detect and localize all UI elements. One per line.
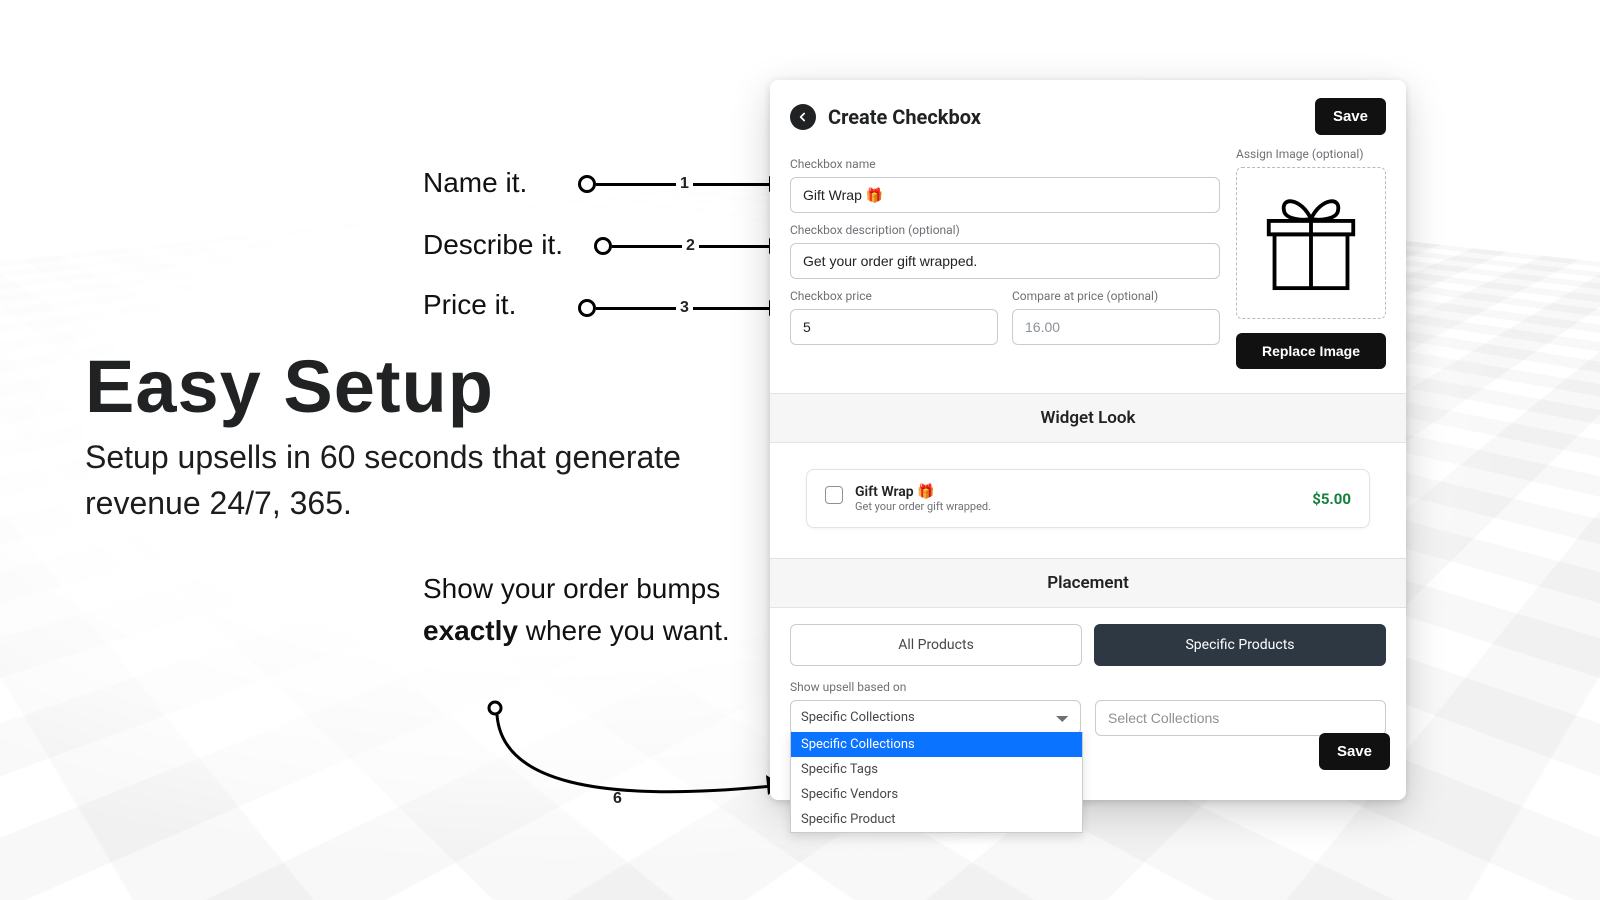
assign-image-label: Assign Image (optional) <box>1236 147 1386 161</box>
connector-1: 1 <box>578 172 783 196</box>
connector-segment <box>693 183 769 186</box>
placement-body: All Products Specific Products Show upse… <box>770 608 1406 784</box>
checkbox-name-input[interactable] <box>790 177 1220 213</box>
select-collections-input[interactable] <box>1095 700 1386 736</box>
connector-3: 3 <box>578 296 783 320</box>
image-dropzone[interactable] <box>1236 167 1386 319</box>
compare-price-input[interactable] <box>1012 309 1220 345</box>
widget-preview: Gift Wrap 🎁 Get your order gift wrapped.… <box>770 443 1406 558</box>
marketing-headline: Easy Setup <box>85 350 725 424</box>
connector-origin-icon <box>578 299 596 317</box>
connector-number: 3 <box>680 299 689 317</box>
placement-bold: exactly <box>423 615 518 646</box>
step-2-label: Describe it. <box>423 229 563 261</box>
panel-header: Create Checkbox Save <box>770 80 1406 147</box>
show-upsell-based-on-label: Show upsell based on <box>790 680 1081 694</box>
checkbox-description-label: Checkbox description (optional) <box>790 223 1220 237</box>
show-upsell-dropdown: Specific Collections Specific Tags Speci… <box>790 732 1083 833</box>
dropdown-option-specific-tags[interactable]: Specific Tags <box>791 757 1082 782</box>
compare-price-label: Compare at price (optional) <box>1012 289 1220 303</box>
step-3-label: Price it. <box>423 289 516 321</box>
form-body: Checkbox name Checkbox description (opti… <box>770 147 1406 393</box>
connector-segment <box>693 307 769 310</box>
arrow-left-icon <box>796 110 810 124</box>
connector-segment <box>612 245 682 248</box>
connector-number: 2 <box>686 237 695 255</box>
connector-2: 2 <box>594 234 783 258</box>
widget-checkbox[interactable] <box>825 486 843 504</box>
connector-placement <box>482 695 812 825</box>
connector-origin-icon <box>594 237 612 255</box>
dropdown-option-specific-collections[interactable]: Specific Collections <box>791 732 1082 757</box>
checkbox-description-input[interactable] <box>790 243 1220 279</box>
connector-number: 1 <box>680 175 689 193</box>
save-button[interactable]: Save <box>1315 98 1386 135</box>
connector-segment <box>596 183 676 186</box>
widget-title: Gift Wrap 🎁 <box>855 484 991 500</box>
checkbox-price-label: Checkbox price <box>790 289 998 303</box>
widget-price: $5.00 <box>1312 490 1351 508</box>
connector-placement-number: 6 <box>613 790 622 808</box>
tab-specific-products[interactable]: Specific Products <box>1094 624 1386 666</box>
create-checkbox-panel: Create Checkbox Save Checkbox name Check… <box>770 80 1406 800</box>
marketing-block: Easy Setup Setup upsells in 60 seconds t… <box>85 350 725 527</box>
checkbox-name-label: Checkbox name <box>790 157 1220 171</box>
widget-subtitle: Get your order gift wrapped. <box>855 500 991 513</box>
widget-look-section-header: Widget Look <box>770 393 1406 443</box>
connector-segment <box>596 307 676 310</box>
step-placement-label: Show your order bumps exactly where you … <box>423 568 743 652</box>
dropdown-option-specific-vendors[interactable]: Specific Vendors <box>791 782 1082 807</box>
gift-box-icon <box>1263 188 1359 298</box>
placement-tail: where you want. <box>518 615 730 646</box>
save-button-footer[interactable]: Save <box>1319 733 1390 770</box>
step-1-label: Name it. <box>423 167 527 199</box>
connector-origin-icon <box>578 175 596 193</box>
dropdown-option-specific-product[interactable]: Specific Product <box>791 807 1082 832</box>
show-upsell-based-on-select[interactable]: Specific Collections <box>790 700 1081 735</box>
checkbox-price-input[interactable] <box>790 309 998 345</box>
replace-image-button[interactable]: Replace Image <box>1236 333 1386 369</box>
marketing-subline: Setup upsells in 60 seconds that generat… <box>85 434 725 527</box>
placement-lead: Show your order bumps <box>423 573 720 604</box>
tab-all-products[interactable]: All Products <box>790 624 1082 666</box>
connector-segment <box>699 245 769 248</box>
back-button[interactable] <box>790 104 816 130</box>
placement-section-header: Placement <box>770 558 1406 608</box>
panel-title: Create Checkbox <box>828 105 981 129</box>
widget-card: Gift Wrap 🎁 Get your order gift wrapped.… <box>806 469 1370 528</box>
